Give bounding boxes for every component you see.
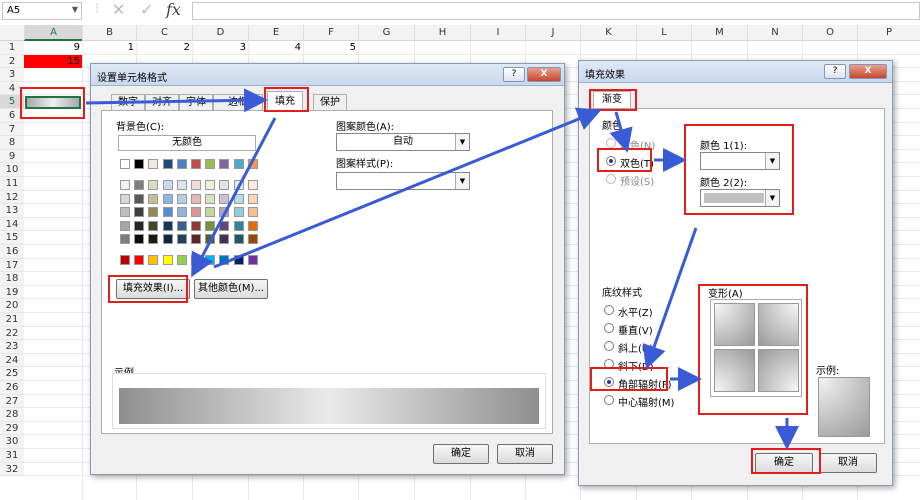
arrow-to-from-corner: [642, 227, 698, 370]
arrow-to-two-colors: [609, 111, 633, 153]
annotation-arrows: [85, 88, 799, 450]
arrow-to-gradient-tab: [213, 107, 602, 269]
arrow-to-fill-effects: [191, 117, 277, 278]
arrow-to-fill-tab: [85, 88, 268, 113]
